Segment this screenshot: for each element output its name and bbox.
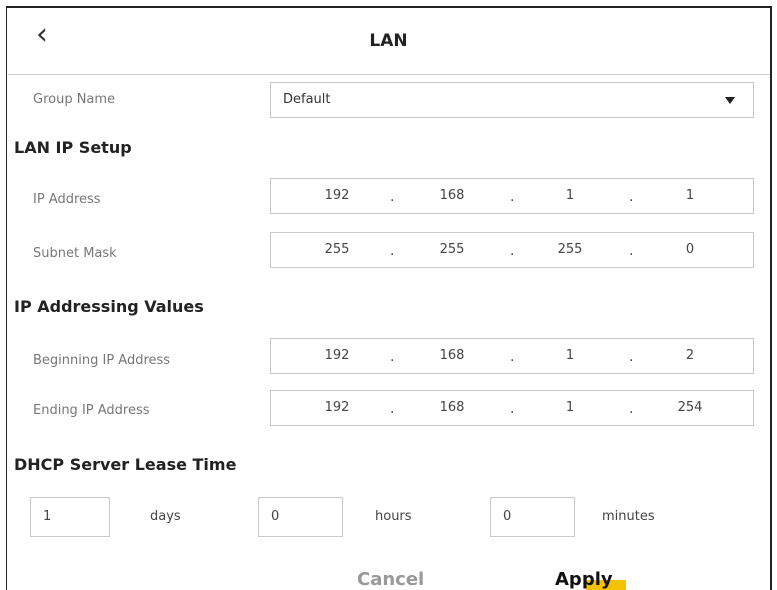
ip-octet-1[interactable]: 192 (307, 188, 367, 203)
ip-octet-2[interactable]: 168 (422, 188, 482, 203)
begin-octet-1[interactable]: 192 (307, 348, 367, 363)
subnet-mask-field[interactable]: 255 . 255 . 255 . 0 (270, 232, 754, 268)
octet-separator: . (510, 189, 515, 205)
ip-octet-3[interactable]: 1 (540, 188, 600, 203)
days-unit-label: days (150, 509, 181, 524)
subnet-mask-label: Subnet Mask (33, 246, 117, 261)
dhcp-lease-heading: DHCP Server Lease Time (14, 455, 237, 474)
end-octet-1[interactable]: 192 (307, 400, 367, 415)
page-title: LAN (369, 31, 408, 51)
group-name-value: Default (283, 92, 331, 107)
lease-days-value: 1 (43, 509, 52, 524)
lease-hours-value: 0 (271, 509, 280, 524)
begin-octet-2[interactable]: 168 (422, 348, 482, 363)
ending-ip-field[interactable]: 192 . 168 . 1 . 254 (270, 390, 754, 426)
hours-unit-label: hours (375, 509, 412, 524)
lease-minutes-value: 0 (503, 509, 512, 524)
octet-separator: . (510, 243, 515, 259)
header-divider (8, 74, 770, 75)
cancel-button[interactable]: Cancel (357, 569, 424, 590)
octet-separator: . (390, 189, 395, 205)
lan-ip-setup-heading: LAN IP Setup (14, 138, 132, 157)
octet-separator: . (510, 349, 515, 365)
end-octet-2[interactable]: 168 (422, 400, 482, 415)
ip-addressing-heading: IP Addressing Values (14, 297, 204, 316)
caret-down-icon (725, 97, 735, 104)
end-octet-3[interactable]: 1 (540, 400, 600, 415)
begin-octet-4[interactable]: 2 (660, 348, 720, 363)
beginning-ip-label: Beginning IP Address (33, 353, 171, 368)
octet-separator: . (510, 401, 515, 417)
window-frame-right (770, 6, 772, 590)
octet-separator: . (629, 349, 634, 365)
group-name-label: Group Name (33, 92, 116, 107)
octet-separator: . (629, 243, 634, 259)
octet-separator: . (629, 401, 634, 417)
end-octet-4[interactable]: 254 (660, 400, 720, 415)
group-name-select[interactable]: Default (270, 82, 754, 118)
minutes-unit-label: minutes (602, 509, 655, 524)
ip-address-field[interactable]: 192 . 168 . 1 . 1 (270, 178, 754, 214)
lease-hours-input[interactable]: 0 (258, 497, 343, 537)
ip-address-label: IP Address (33, 192, 101, 207)
mask-octet-4[interactable]: 0 (660, 242, 720, 257)
beginning-ip-field[interactable]: 192 . 168 . 1 . 2 (270, 338, 754, 374)
octet-separator: . (390, 401, 395, 417)
mask-octet-1[interactable]: 255 (307, 242, 367, 257)
apply-button[interactable]: Apply (555, 569, 613, 590)
window-frame-left (6, 6, 7, 590)
ip-octet-4[interactable]: 1 (660, 188, 720, 203)
begin-octet-3[interactable]: 1 (540, 348, 600, 363)
octet-separator: . (390, 349, 395, 365)
mask-octet-2[interactable]: 255 (422, 242, 482, 257)
ending-ip-label: Ending IP Address (33, 403, 150, 418)
window-frame-top (6, 6, 772, 8)
mask-octet-3[interactable]: 255 (540, 242, 600, 257)
lease-minutes-input[interactable]: 0 (490, 497, 575, 537)
octet-separator: . (390, 243, 395, 259)
octet-separator: . (629, 189, 634, 205)
lease-days-input[interactable]: 1 (30, 497, 110, 537)
